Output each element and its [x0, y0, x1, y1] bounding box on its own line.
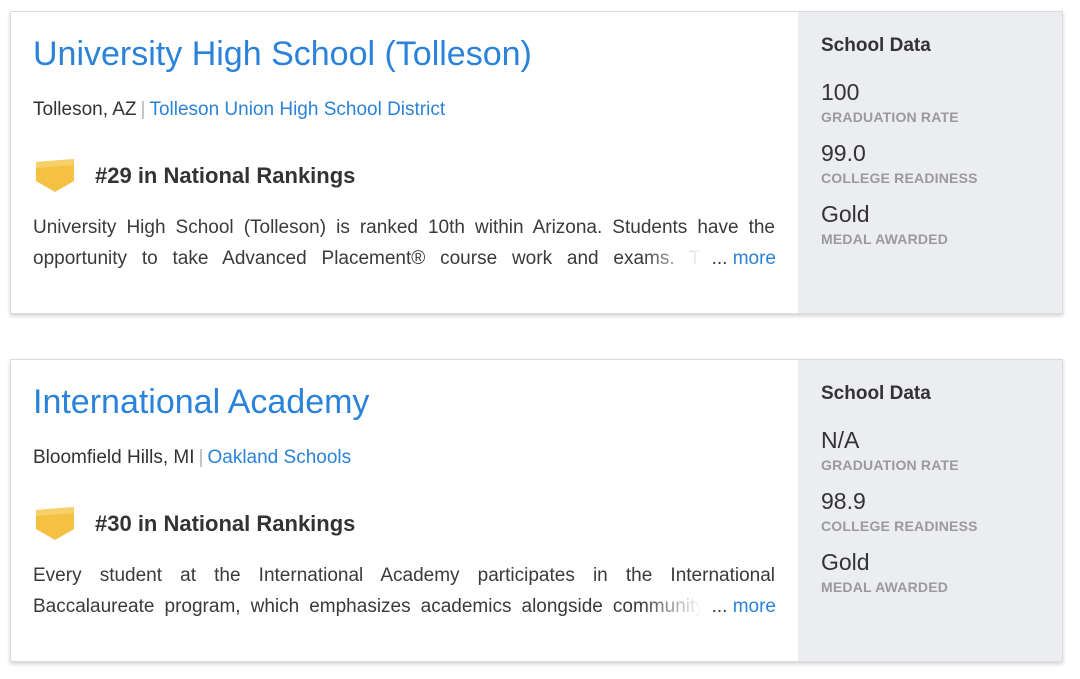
stat-label: MEDAL AWARDED — [821, 579, 949, 595]
stat-label: GRADUATION RATE — [821, 457, 959, 473]
stat-value: 98.9 — [821, 488, 866, 514]
medal-awarded-stat: Gold MEDAL AWARDED — [821, 199, 1062, 247]
stat-label: COLLEGE READINESS — [821, 170, 978, 186]
more-link[interactable]: more — [733, 596, 776, 617]
ranking-ribbon-icon — [35, 159, 75, 193]
read-more: ... more — [641, 591, 776, 622]
school-name-link[interactable]: International Academy — [33, 383, 369, 422]
school-city: Tolleson, AZ — [33, 99, 137, 120]
ellipsis: ... — [711, 596, 728, 617]
stat-value: Gold — [821, 201, 870, 227]
medal-awarded-stat: Gold MEDAL AWARDED — [821, 547, 1062, 595]
school-data-title: School Data — [821, 383, 931, 404]
school-location: Bloomfield Hills, MI | Oakland Schools — [33, 447, 351, 469]
read-more: ... more — [641, 243, 776, 274]
stat-value: 100 — [821, 79, 860, 105]
location-separator: | — [198, 447, 204, 468]
district-link[interactable]: Oakland Schools — [207, 447, 351, 468]
stat-value: Gold — [821, 549, 870, 575]
stat-label: COLLEGE READINESS — [821, 518, 978, 534]
school-location: Tolleson, AZ | Tolleson Union High School … — [33, 99, 445, 121]
school-card-main: University High School (Tolleson) Tolles… — [11, 12, 798, 313]
rank-text: #29 in National Rankings — [95, 163, 356, 188]
stat-value: N/A — [821, 427, 860, 453]
school-data-panel: School Data N/A GRADUATION RATE 98.9 COL… — [798, 360, 1062, 661]
school-card: University High School (Tolleson) Tolles… — [10, 11, 1063, 314]
rank-text: #30 in National Rankings — [95, 511, 356, 536]
location-separator: | — [140, 99, 146, 120]
school-card-main: International Academy Bloomfield Hills, … — [11, 360, 798, 661]
stat-label: GRADUATION RATE — [821, 109, 959, 125]
school-card: International Academy Bloomfield Hills, … — [10, 359, 1063, 662]
national-ranking: #30 in National Rankings — [35, 507, 355, 541]
ranking-ribbon-icon — [35, 507, 75, 541]
ellipsis: ... — [711, 248, 728, 269]
stat-label: MEDAL AWARDED — [821, 231, 949, 247]
graduation-rate-stat: 100 GRADUATION RATE — [821, 77, 1062, 125]
school-name-link[interactable]: University High School (Tolleson) — [33, 35, 532, 74]
college-readiness-stat: 99.0 COLLEGE READINESS — [821, 138, 1062, 186]
school-data-panel: School Data 100 GRADUATION RATE 99.0 COL… — [798, 12, 1062, 313]
college-readiness-stat: 98.9 COLLEGE READINESS — [821, 486, 1062, 534]
district-link[interactable]: Tolleson Union High School District — [149, 99, 445, 120]
stat-value: 99.0 — [821, 140, 866, 166]
more-link[interactable]: more — [733, 248, 776, 269]
graduation-rate-stat: N/A GRADUATION RATE — [821, 425, 1062, 473]
school-city: Bloomfield Hills, MI — [33, 447, 195, 468]
national-ranking: #29 in National Rankings — [35, 159, 355, 193]
school-data-title: School Data — [821, 35, 931, 56]
